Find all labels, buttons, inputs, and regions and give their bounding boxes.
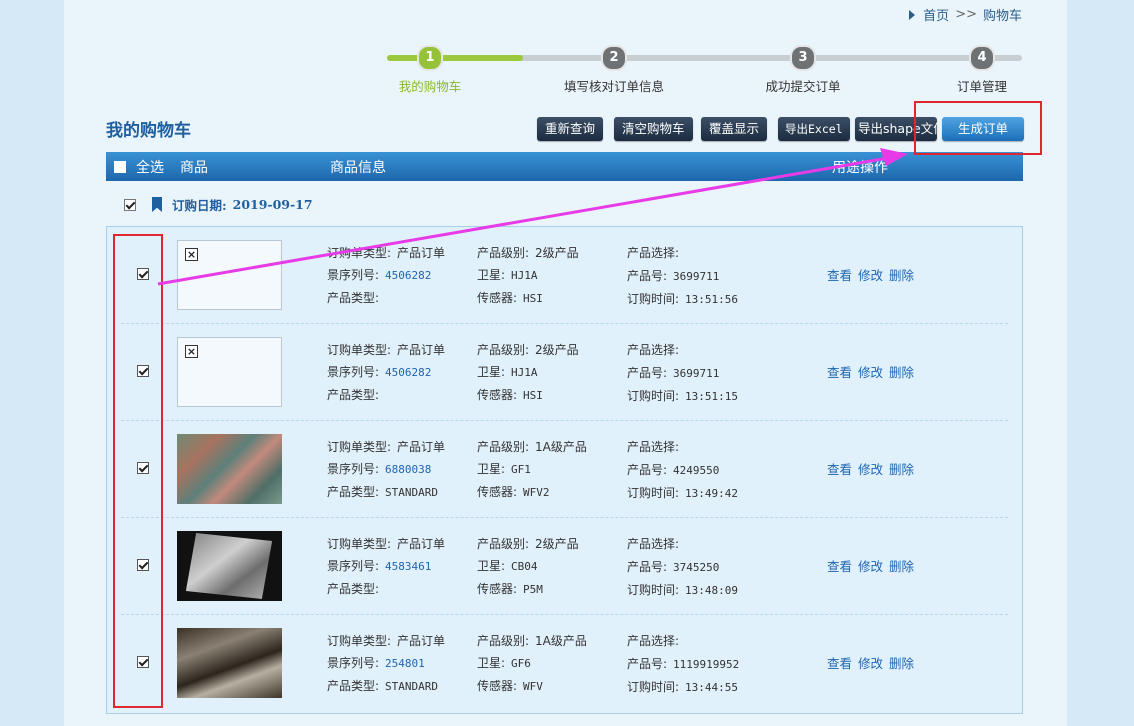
annotation-arrow <box>157 148 908 286</box>
annotation-arrow-line <box>157 156 889 286</box>
annotation-arrow-head <box>880 148 908 166</box>
